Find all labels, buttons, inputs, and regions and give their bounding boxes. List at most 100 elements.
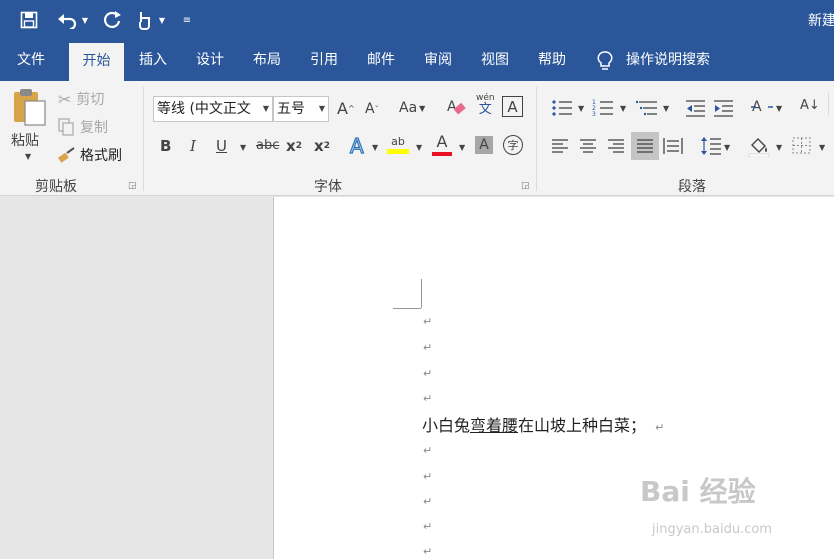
change-case-button[interactable]: Aa ▼	[399, 100, 425, 116]
font-color-dropdown-icon[interactable]: ▼	[459, 143, 465, 152]
shading-dropdown-icon[interactable]: ▼	[776, 143, 782, 152]
undo-dropdown-icon[interactable]: ▼	[80, 8, 90, 32]
text-effects-dropdown-icon[interactable]: ▼	[372, 143, 378, 152]
chinese-layout-dropdown-icon[interactable]: ▼	[776, 104, 782, 113]
paste-icon[interactable]	[10, 87, 50, 127]
font-size-combo[interactable]: 五号 ▼	[273, 96, 329, 122]
shrink-font-icon: A	[365, 101, 375, 117]
paste-label: 粘贴	[11, 133, 39, 149]
sort-icon: A↓	[800, 98, 820, 113]
tab-help[interactable]: 帮助	[527, 40, 577, 81]
bullets-dropdown-icon[interactable]: ▼	[578, 104, 584, 113]
tab-view[interactable]: 视图	[470, 40, 520, 81]
enclose-characters-button[interactable]: 字	[503, 135, 523, 155]
strikethrough-icon: abc	[256, 138, 280, 153]
character-border-button[interactable]: A	[502, 96, 523, 117]
redo-icon[interactable]	[99, 8, 125, 32]
tab-references[interactable]: 引用	[299, 40, 349, 81]
font-name-combo[interactable]: 等线 (中文正文 ▼	[153, 96, 273, 122]
undo-icon[interactable]	[54, 8, 80, 32]
highlight-dropdown-icon[interactable]: ▼	[416, 143, 422, 152]
grow-font-button[interactable]: A ^	[337, 99, 355, 118]
superscript-button[interactable]: x2	[314, 137, 330, 155]
numbering-dropdown-icon[interactable]: ▼	[620, 104, 626, 113]
window-title: 新建	[808, 13, 834, 29]
bullets-icon	[552, 100, 572, 116]
tab-home[interactable]: 开始	[69, 43, 124, 81]
bold-button[interactable]: B	[160, 137, 171, 155]
underline-dropdown-icon[interactable]: ▼	[240, 143, 246, 152]
borders-button[interactable]	[792, 137, 812, 155]
align-left-button[interactable]	[551, 139, 569, 153]
tell-me-search[interactable]: 操作说明搜索	[596, 40, 710, 81]
text-after: 在山坡上种白菜；	[518, 416, 647, 435]
paragraph-mark: ↵	[423, 470, 433, 483]
baidu-watermark-logo: Bai 经验	[640, 475, 756, 508]
line-spacing-icon	[701, 137, 721, 155]
font-group-label: 字体	[314, 179, 342, 195]
font-color-swatch	[432, 152, 452, 156]
character-shading-icon: A	[479, 137, 489, 153]
align-center-button[interactable]	[579, 139, 597, 153]
bullets-button[interactable]	[551, 99, 573, 117]
tab-insert[interactable]: 插入	[128, 40, 178, 81]
touch-dropdown-icon[interactable]: ▼	[157, 8, 167, 32]
character-shading-button[interactable]: A	[475, 136, 493, 154]
group-divider	[143, 87, 144, 191]
touch-mode-icon[interactable]	[133, 8, 155, 32]
align-right-icon	[608, 139, 624, 153]
italic-icon: I	[190, 137, 196, 155]
multilevel-list-button[interactable]	[636, 99, 658, 117]
cut-button[interactable]: ✂ 剪切	[58, 89, 104, 109]
tab-mailings[interactable]: 邮件	[356, 40, 406, 81]
underline-button[interactable]: U	[216, 137, 227, 155]
decrease-indent-button[interactable]	[684, 99, 706, 117]
numbering-button[interactable]: 123	[592, 99, 614, 117]
text-underlined: 弯着腰	[470, 416, 519, 435]
format-painter-button[interactable]: 格式刷	[58, 145, 122, 165]
distributed-button[interactable]	[663, 137, 683, 155]
highlight-button[interactable]: ab	[387, 136, 409, 154]
font-launcher-icon[interactable]: ◲	[521, 181, 530, 191]
chinese-layout-button[interactable]: A	[750, 97, 774, 117]
borders-dropdown-icon[interactable]: ▼	[819, 143, 825, 152]
line-spacing-button[interactable]	[700, 136, 722, 156]
shrink-font-button[interactable]: Aˇ	[365, 101, 379, 117]
quick-access-toolbar: ▼ ▼ ≡ 新建	[0, 0, 834, 40]
tab-file[interactable]: 文件	[0, 40, 62, 81]
paragraph-mark: ↵	[423, 545, 433, 558]
strikethrough-button[interactable]: abc	[256, 138, 279, 153]
brush-icon	[58, 147, 75, 163]
increase-indent-button[interactable]	[712, 99, 734, 117]
tab-review[interactable]: 审阅	[413, 40, 463, 81]
ribbon-home: 粘贴 ▼ ✂ 剪切 复制 格式刷 剪贴板 ◲ 等线 (中文正文 ▼ 五号 ▼ A…	[0, 81, 834, 196]
underline-icon: U	[216, 137, 227, 155]
text-effects-button[interactable]: A	[349, 133, 364, 158]
justify-button[interactable]	[631, 132, 659, 160]
tab-design[interactable]: 设计	[185, 40, 235, 81]
subscript-button[interactable]: x2	[286, 137, 302, 155]
align-right-button[interactable]	[607, 139, 625, 153]
paste-dropdown-icon[interactable]: ▼	[25, 152, 31, 161]
font-color-button[interactable]: A	[432, 134, 452, 156]
tab-layout[interactable]: 布局	[242, 40, 292, 81]
shading-button[interactable]	[748, 135, 770, 157]
paste-button[interactable]: 粘贴	[11, 130, 39, 150]
group-divider	[828, 93, 829, 115]
clear-formatting-button[interactable]: A	[446, 97, 468, 117]
paint-bucket-icon	[748, 138, 770, 157]
line-spacing-dropdown-icon[interactable]: ▼	[724, 143, 730, 152]
baidu-watermark-url: jingyan.baidu.com	[652, 522, 772, 537]
copy-button[interactable]: 复制	[58, 117, 108, 137]
multilevel-dropdown-icon[interactable]: ▼	[663, 104, 669, 113]
customize-qat-icon[interactable]: ≡	[180, 8, 194, 32]
tell-me-label: 操作说明搜索	[626, 52, 710, 68]
document-text-line[interactable]: 小白兔弯着腰在山坡上种白菜； ↵	[422, 412, 664, 436]
italic-button[interactable]: I	[190, 137, 196, 155]
sort-button[interactable]: A↓	[800, 98, 820, 113]
clipboard-launcher-icon[interactable]: ◲	[128, 181, 137, 191]
phonetic-guide-button[interactable]: wén 文	[476, 94, 495, 117]
highlight-color-swatch	[387, 149, 409, 154]
font-name-value: 等线 (中文正文	[157, 101, 251, 117]
save-icon[interactable]	[16, 8, 42, 32]
